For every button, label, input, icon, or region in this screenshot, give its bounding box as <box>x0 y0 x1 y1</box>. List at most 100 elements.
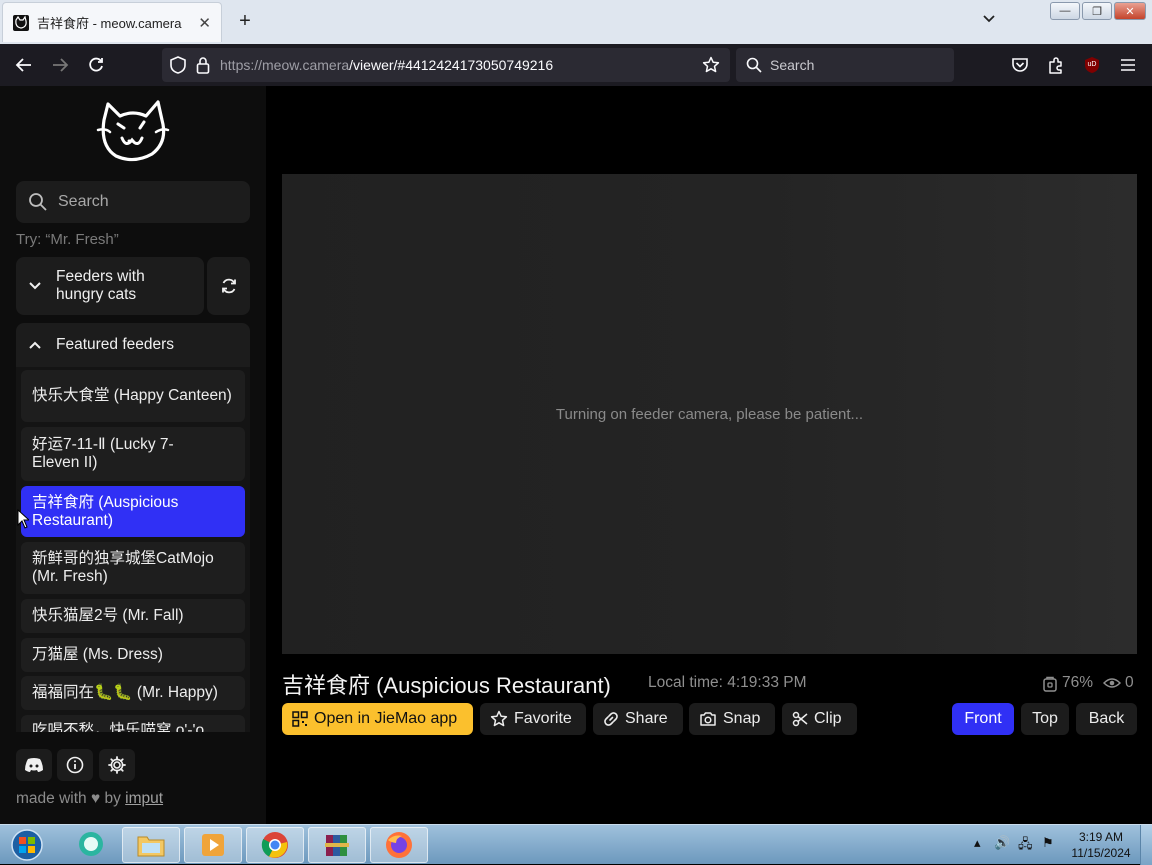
browser-tab-bar: 吉祥食府 - meow.camera ✕ + — ❐ ✕ <box>0 0 1152 44</box>
url-path: /viewer/#4412424173050749216 <box>349 57 554 73</box>
browser-search-placeholder: Search <box>770 57 815 73</box>
clip-label: Clip <box>814 710 842 727</box>
restore-button[interactable]: ❐ <box>1082 2 1112 20</box>
clock-time: 3:19 AM <box>1078 830 1124 844</box>
feeder-label: 万猫屋 (Ms. Dress) <box>32 646 163 663</box>
taskbar-winrar[interactable] <box>308 827 366 863</box>
folder-icon <box>137 836 165 857</box>
feeder-label: 快乐大食堂 (Happy Canteen) <box>32 387 232 404</box>
taskbar-chat-app[interactable] <box>62 827 120 863</box>
feeder-list-item-selected[interactable]: 吉祥食府 (Auspicious Restaurant) <box>21 486 245 537</box>
author-link[interactable]: imput <box>125 790 163 807</box>
view-top-button[interactable]: Top <box>1021 703 1069 735</box>
reload-icon[interactable] <box>78 47 114 83</box>
snap-label: Snap <box>723 710 761 727</box>
new-tab-button[interactable]: + <box>234 10 256 32</box>
settings-button[interactable] <box>99 749 135 781</box>
show-hidden-icons-arrow[interactable]: ▴ <box>974 835 981 851</box>
feeder-search-input[interactable]: Search <box>16 181 250 223</box>
camera-icon <box>700 712 716 726</box>
browser-tab[interactable]: 吉祥食府 - meow.camera ✕ <box>2 2 222 42</box>
scissors-icon <box>792 711 808 727</box>
feeder-list-item[interactable]: 快乐猫屋2号 (Mr. Fall) <box>21 599 245 633</box>
gear-icon <box>108 756 126 774</box>
chrome-icon <box>261 832 288 858</box>
favorite-label: Favorite <box>514 710 572 727</box>
show-desktop-button[interactable] <box>1140 825 1152 865</box>
feeder-list-item[interactable]: 福福同在🐛🐛 (Mr. Happy) <box>21 676 245 710</box>
discord-button[interactable] <box>16 749 52 781</box>
tab-title: 吉祥食府 - meow.camera <box>37 16 182 31</box>
search-icon <box>29 193 47 211</box>
forward-arrow-icon[interactable] <box>42 47 78 83</box>
refresh-button[interactable] <box>207 257 250 315</box>
link-icon <box>604 712 618 726</box>
feeder-list-item[interactable]: 快乐大食堂 (Happy Canteen) <box>21 370 245 422</box>
view-front-button[interactable]: Front <box>952 703 1014 735</box>
back-arrow-icon[interactable] <box>6 47 42 83</box>
share-button[interactable]: Share <box>593 703 683 735</box>
chat-bubble-icon <box>79 832 103 856</box>
eye-icon <box>1103 678 1122 688</box>
taskbar-explorer[interactable] <box>122 827 180 863</box>
cat-favicon-icon <box>13 14 29 31</box>
feeder-list-item[interactable]: 好运7-11-Ⅱ (Lucky 7-Eleven II) <box>21 427 245 481</box>
search-placeholder: Search <box>58 193 109 210</box>
list-tabs-chevron-icon[interactable] <box>982 12 996 27</box>
clock-date: 11/15/2024 <box>1071 846 1131 860</box>
volume-icon[interactable]: 🔊 <box>994 835 1010 851</box>
qr-code-icon <box>292 711 308 727</box>
by-text: by <box>104 790 121 807</box>
cat-logo-icon[interactable] <box>96 98 170 164</box>
network-icon[interactable]: 🖧 <box>1018 835 1033 857</box>
browser-nav-bar: https://meow.camera/viewer/#441242417305… <box>0 44 1152 86</box>
food-bowl-lock-icon <box>1043 676 1057 692</box>
feeder-list-item[interactable]: 万猫屋 (Ms. Dress) <box>21 638 245 672</box>
feeder-label: 吉祥食府 (Auspicious Restaurant) <box>32 493 179 529</box>
sidebar: Search Try: “Mr. Fresh” Feeders with hun… <box>0 86 266 824</box>
local-time: Local time: 4:19:33 PM <box>648 674 807 691</box>
tab-close-icon[interactable]: ✕ <box>198 14 211 32</box>
feeder-list-item[interactable]: 新鲜哥的独享城堡CatMojo (Mr. Fresh) <box>21 542 245 594</box>
taskbar-firefox[interactable] <box>370 827 428 863</box>
close-window-button[interactable]: ✕ <box>1114 2 1146 20</box>
featured-feeder-list[interactable]: 快乐大食堂 (Happy Canteen) 好运7-11-Ⅱ (Lucky 7-… <box>16 367 250 732</box>
action-center-flag-icon[interactable]: ⚑ <box>1042 835 1054 851</box>
hungry-feeders-toggle[interactable]: Feeders with hungry cats <box>16 257 204 315</box>
feeder-label: 福福同在🐛🐛 (Mr. Happy) <box>32 684 218 701</box>
favorite-button[interactable]: Favorite <box>480 703 586 735</box>
ublock-origin-icon[interactable]: uD <box>1075 48 1109 82</box>
window-controls: — ❐ ✕ <box>1050 2 1146 20</box>
discord-icon <box>25 758 43 772</box>
made-with-credit: made with ♥ by imput <box>16 790 163 808</box>
snap-button[interactable]: Snap <box>689 703 775 735</box>
feeder-list-item[interactable]: 吃喝不愁，快乐喵窝 o'-'o <box>21 715 245 732</box>
archive-books-icon <box>325 835 349 856</box>
taskbar-media-player[interactable] <box>184 827 242 863</box>
open-in-app-button[interactable]: Open in JieMao app <box>282 703 473 735</box>
view-back-button[interactable]: Back <box>1076 703 1137 735</box>
camera-video-area[interactable]: Turning on feeder camera, please be pati… <box>282 174 1137 654</box>
clip-button[interactable]: Clip <box>782 703 857 735</box>
firefox-icon <box>386 832 412 858</box>
chevron-down-icon <box>28 281 46 291</box>
url-bar[interactable]: https://meow.camera/viewer/#441242417305… <box>162 48 730 82</box>
featured-feeders-toggle[interactable]: Featured feeders <box>16 323 250 367</box>
taskbar-chrome[interactable] <box>246 827 304 863</box>
browser-search-field[interactable]: Search <box>736 48 954 82</box>
lock-icon[interactable] <box>196 56 210 74</box>
loading-message: Turning on feeder camera, please be pati… <box>555 405 864 423</box>
menu-hamburger-icon[interactable] <box>1111 48 1145 82</box>
open-in-app-label: Open in JieMao app <box>314 710 458 727</box>
info-button[interactable] <box>57 749 93 781</box>
tracking-shield-icon[interactable] <box>170 56 186 74</box>
minimize-button[interactable]: — <box>1050 2 1080 20</box>
info-icon <box>66 756 84 774</box>
pocket-icon[interactable] <box>1003 48 1037 82</box>
taskbar-clock[interactable]: 3:19 AM 11/15/2024 <box>1068 829 1134 861</box>
bookmark-star-icon[interactable] <box>702 56 720 74</box>
extensions-puzzle-icon[interactable] <box>1039 48 1073 82</box>
url-domain: https://meow.camera <box>220 57 350 73</box>
start-button[interactable] <box>2 827 52 863</box>
feeder-stats: 76% 0 <box>1042 674 1134 692</box>
